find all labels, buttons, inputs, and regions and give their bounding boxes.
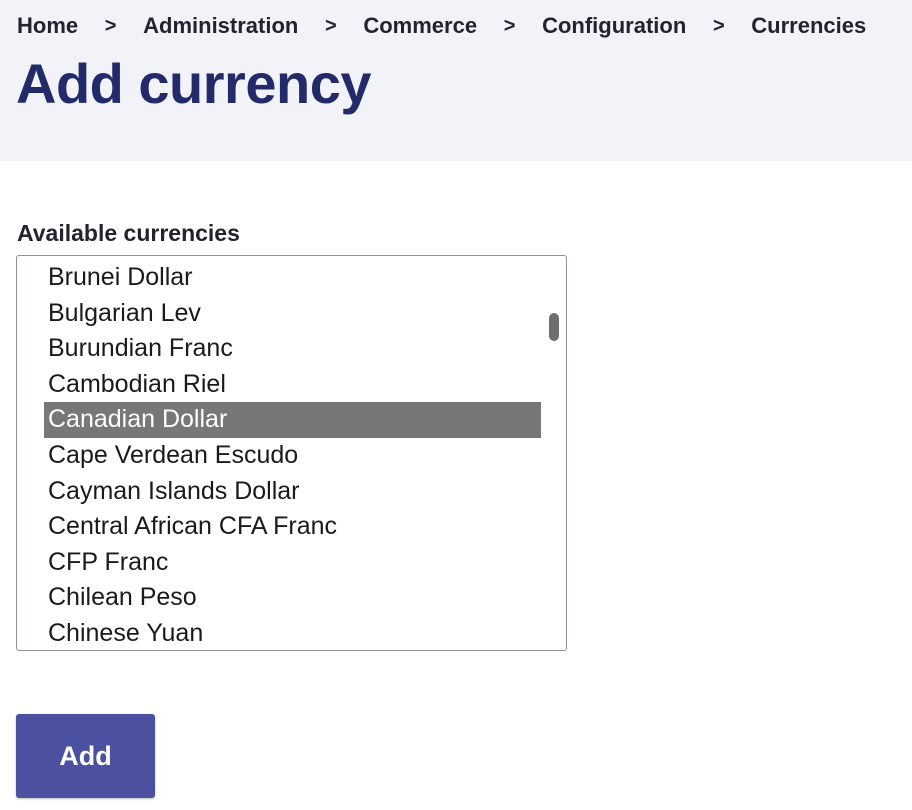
currency-option[interactable]: Cayman Islands Dollar [44,474,541,510]
breadcrumb-currencies-link[interactable]: Currencies [751,13,866,39]
currency-option[interactable]: Central African CFA Franc [44,509,541,545]
breadcrumb-separator-icon: > [503,14,516,37]
add-button[interactable]: Add [16,714,155,798]
breadcrumb-commerce-link[interactable]: Commerce [363,13,477,39]
breadcrumb-separator-icon: > [104,14,117,37]
breadcrumb: Home > Administration > Commerce > Confi… [17,10,866,42]
breadcrumb-separator-icon: > [325,14,337,37]
breadcrumb-separator-icon: > [712,14,725,37]
available-currencies-select[interactable]: Brunei Dollar Bulgarian Lev Burundian Fr… [16,255,567,651]
available-currencies-label: Available currencies [17,220,240,246]
currency-option[interactable]: CFP Franc [44,545,541,581]
page-header: Home > Administration > Commerce > Confi… [0,0,912,161]
breadcrumb-home-link[interactable]: Home [17,13,78,39]
breadcrumb-configuration-link[interactable]: Configuration [542,13,686,39]
currency-option[interactable]: Chinese Yuan [44,616,541,650]
currency-option[interactable]: Cape Verdean Escudo [44,438,541,474]
listbox-scrollbar-thumb[interactable] [549,313,559,341]
currency-option-selected[interactable]: Canadian Dollar [44,402,541,438]
currency-option[interactable]: Brunei Dollar [44,260,541,296]
currency-option[interactable]: Burundian Franc [44,331,541,367]
currency-option[interactable]: Cambodian Riel [44,367,541,403]
page-title: Add currency [16,52,372,115]
currency-options-list: Brunei Dollar Bulgarian Lev Burundian Fr… [44,260,541,650]
breadcrumb-administration-link[interactable]: Administration [143,13,298,39]
currency-option[interactable]: Bulgarian Lev [44,296,541,332]
currency-option[interactable]: Chilean Peso [44,580,541,616]
